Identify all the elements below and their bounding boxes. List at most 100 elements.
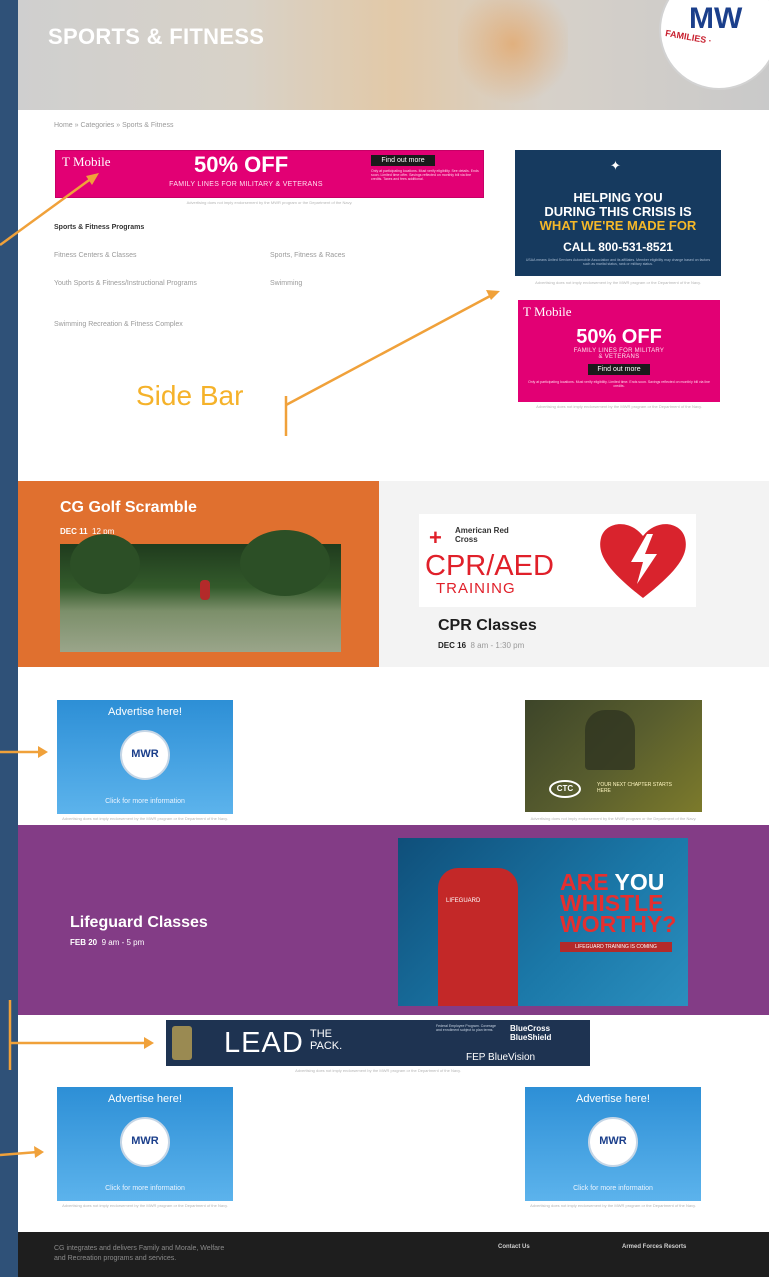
ad-subline: FAMILY LINES FOR MILITARY & VETERANS bbox=[169, 181, 323, 188]
mwr-globe-logo: MWR bbox=[588, 1117, 638, 1167]
ad-subline: FAMILY LINES FOR MILITARY & VETERANS bbox=[573, 348, 665, 360]
ctc-ad[interactable]: CTC YOUR NEXT CHAPTER STARTS HERE bbox=[525, 700, 702, 812]
find-out-more-button[interactable]: Find out more bbox=[371, 155, 435, 166]
mwr-logo-text: MWR bbox=[131, 748, 159, 760]
tmobile-logo: T Mobile bbox=[62, 154, 111, 169]
ad-the: THE bbox=[310, 1028, 332, 1040]
ad-fine-print: Only at participating locations. Must ve… bbox=[528, 380, 710, 388]
golfer-figure bbox=[200, 580, 210, 600]
ad-fine-print: Only at participating locations. Must ve… bbox=[371, 169, 479, 181]
usaa-eagle-icon: ✦ bbox=[610, 158, 621, 173]
event-date: DEC 16 8 am - 1:30 pm bbox=[438, 641, 524, 650]
hero-banner: SPORTS & FITNESS bbox=[18, 0, 769, 110]
ad-info-link[interactable]: Click for more information bbox=[57, 1185, 233, 1192]
ad-info-link[interactable]: Click for more information bbox=[57, 798, 233, 805]
ad-line-3: WHAT WE'RE MADE FOR bbox=[539, 218, 697, 233]
program-link[interactable]: Swimming bbox=[270, 279, 390, 289]
event-date-day: DEC 11 bbox=[60, 527, 88, 536]
ad-fine-print: Federal Employee Program. Coverage and e… bbox=[436, 1024, 496, 1032]
mwr-logo-text: MWR bbox=[131, 1135, 159, 1147]
ad-caption: Advertising does not imply endorsement b… bbox=[536, 404, 702, 409]
event-title[interactable]: CPR Classes bbox=[438, 617, 537, 635]
ad-caption: Advertising does not imply endorsement b… bbox=[186, 200, 353, 205]
tree-shape bbox=[240, 530, 330, 596]
ad-line-2: DURING THIS CRISIS IS bbox=[544, 204, 692, 219]
ad-caption: Advertising does not imply endorsement b… bbox=[295, 1068, 461, 1073]
event-image-golf[interactable] bbox=[60, 530, 341, 652]
usaa-sidebar-ad[interactable]: ✦ HELPING YOU DURING THIS CRISIS IS WHAT… bbox=[515, 150, 721, 276]
event-date-day: FEB 20 bbox=[70, 938, 98, 947]
page: SPORTS & FITNESS Home » Categories » Spo… bbox=[18, 0, 769, 1277]
program-link[interactable]: Fitness Centers & Classes bbox=[54, 251, 224, 261]
footer-line-2: and Recreation programs and services. bbox=[54, 1255, 177, 1262]
soldier-figure bbox=[585, 710, 635, 770]
find-out-more-button[interactable]: Find out more bbox=[588, 364, 650, 375]
ad-pack: THE PACK. bbox=[310, 1028, 342, 1052]
advertise-here-ad[interactable]: Advertise here! MWR Click for more infor… bbox=[57, 700, 233, 814]
footer-resorts-link[interactable]: Armed Forces Resorts bbox=[622, 1244, 686, 1250]
event-time: 8 am - 1:30 pm bbox=[470, 641, 525, 650]
ctc-logo: CTC bbox=[549, 780, 581, 798]
red-cross-icon: + bbox=[429, 525, 442, 550]
event-title[interactable]: Lifeguard Classes bbox=[70, 914, 208, 932]
tmobile-banner-ad[interactable]: T Mobile 50% OFF FAMILY LINES FOR MILITA… bbox=[55, 150, 484, 198]
mwr-globe-logo: MWR bbox=[120, 1117, 170, 1167]
event-card-golf[interactable]: CG Golf Scramble DEC 11 12 pm bbox=[18, 481, 379, 667]
ad-line-1: HELPING YOU bbox=[573, 190, 663, 205]
ad-phone: CALL 800-531-8521 bbox=[563, 240, 673, 254]
heart-lightning-icon bbox=[600, 524, 686, 598]
bcbs-logo-line-2: BlueShield bbox=[510, 1033, 552, 1042]
advertise-here-ad[interactable]: Advertise here! MWR Click for more infor… bbox=[525, 1087, 701, 1201]
red-cross-text: American Red Cross bbox=[455, 526, 509, 544]
ad-caption: Advertising does not imply endorsement b… bbox=[530, 816, 697, 821]
programs-heading: Sports & Fitness Programs bbox=[54, 224, 145, 231]
training-text: TRAINING bbox=[436, 580, 516, 597]
footer-line-1: CG integrates and delivers Family and Mo… bbox=[54, 1245, 225, 1252]
event-image-cpr[interactable]: + American Red Cross CPR/AED TRAINING bbox=[419, 514, 696, 607]
fep-bluevision-text: FEP BlueVision bbox=[466, 1052, 536, 1063]
ad-caption: Advertising does not imply endorsement b… bbox=[62, 1203, 228, 1208]
ad-caption: Advertising does not imply endorsement b… bbox=[530, 1203, 696, 1208]
whistle-worthy-ad[interactable]: LIFEGUARD ARE YOU WHISTLE WORTHY? LIFEGU… bbox=[398, 838, 688, 1006]
ad-title: Advertise here! bbox=[108, 706, 182, 718]
ad-lead: LEAD bbox=[224, 1027, 304, 1059]
ad-caption: Advertising does not imply endorsement b… bbox=[535, 280, 701, 285]
event-date-day: DEC 16 bbox=[438, 641, 467, 650]
bcbs-logo-line-1: BlueCross bbox=[510, 1024, 551, 1033]
mwr-globe-logo: MWR bbox=[120, 730, 170, 780]
mwr-logo-text: MWR bbox=[599, 1135, 627, 1147]
event-date: FEB 20 9 am - 5 pm bbox=[70, 938, 144, 947]
program-link[interactable]: Sports, Fitness & Races bbox=[270, 251, 440, 261]
ad-headline: 50% OFF bbox=[194, 152, 289, 177]
ad-title: Advertise here! bbox=[576, 1093, 650, 1105]
tmobile-logo: T Mobile bbox=[523, 304, 572, 319]
breadcrumb[interactable]: Home » Categories » Sports & Fitness bbox=[54, 122, 173, 129]
tmobile-sidebar-ad[interactable]: T Mobile 50% OFF FAMILY LINES FOR MILITA… bbox=[518, 300, 720, 402]
ad-info-link[interactable]: Click for more information bbox=[525, 1185, 701, 1192]
advertise-here-ad[interactable]: Advertise here! MWR Click for more infor… bbox=[57, 1087, 233, 1201]
event-card-cpr[interactable]: + American Red Cross CPR/AED TRAINING CP… bbox=[379, 481, 769, 667]
lifeguard-figure: LIFEGUARD bbox=[438, 868, 518, 1006]
ad-headline: 50% OFF bbox=[576, 326, 662, 348]
footer-contact-link[interactable]: Contact Us bbox=[498, 1244, 530, 1250]
logo-text: MW bbox=[689, 2, 743, 35]
ad-title: Advertise here! bbox=[108, 1093, 182, 1105]
event-title[interactable]: CG Golf Scramble bbox=[60, 499, 197, 517]
ad-pack-word: PACK. bbox=[310, 1040, 343, 1052]
medal-icon bbox=[172, 1026, 192, 1060]
ad-fine-print: USAA means United Services Automobile As… bbox=[525, 258, 711, 266]
ad-strip: LIFEGUARD TRAINING IS COMING bbox=[560, 942, 672, 952]
site-footer: CG integrates and delivers Family and Mo… bbox=[18, 1232, 769, 1277]
tree-shape bbox=[70, 534, 140, 594]
program-link[interactable]: Youth Sports & Fitness/Instructional Pro… bbox=[54, 279, 224, 289]
page-title: SPORTS & FITNESS bbox=[48, 24, 265, 49]
bcbs-banner-ad[interactable]: LEAD THE PACK. Federal Employee Program. … bbox=[166, 1020, 590, 1066]
cpr-aed-text: CPR/AED bbox=[425, 550, 554, 582]
sidebar-annotation-label: Side Bar bbox=[136, 380, 244, 411]
program-link[interactable]: Swimming Recreation & Fitness Complex bbox=[54, 320, 274, 330]
ad-line-3: WORTHY? bbox=[560, 911, 677, 937]
ad-tagline: YOUR NEXT CHAPTER STARTS HERE bbox=[597, 782, 673, 794]
bcbs-logo: BlueCross BlueShield bbox=[510, 1024, 551, 1042]
footer-description: CG integrates and delivers Family and Mo… bbox=[54, 1244, 224, 1264]
ad-caption: Advertising does not imply endorsement b… bbox=[62, 816, 228, 821]
